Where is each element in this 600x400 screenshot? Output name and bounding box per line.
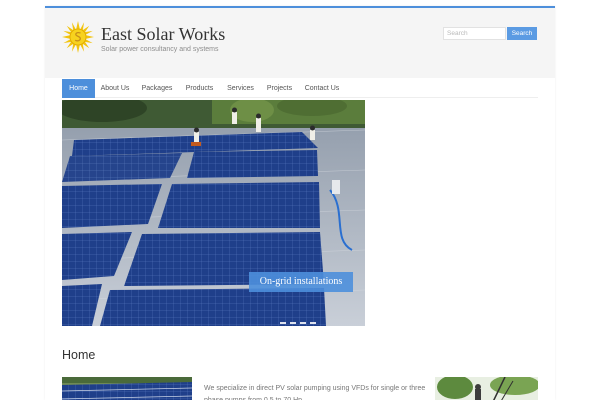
site-header: East Solar Works Solar power consultancy…	[45, 8, 555, 78]
nav-item-contact-us[interactable]: Contact Us	[300, 79, 344, 98]
site-tagline: Solar power consultancy and systems	[101, 46, 219, 53]
nav-item-services[interactable]: Services	[222, 79, 259, 98]
search-input[interactable]	[443, 27, 506, 40]
nav-item-products[interactable]: Products	[179, 79, 220, 98]
nav-item-home[interactable]: Home	[62, 79, 95, 98]
page-container: East Solar Works Solar power consultancy…	[45, 6, 555, 400]
slider-dot-3[interactable]	[300, 322, 306, 324]
main-navigation: Home About Us Packages Products Services…	[62, 79, 538, 98]
solar-array-thumbnail	[62, 377, 192, 400]
slide-caption: On-grid installations	[249, 272, 353, 292]
site-title[interactable]: East Solar Works	[101, 24, 225, 45]
page-title: Home	[62, 348, 96, 362]
sun-logo-icon[interactable]	[62, 21, 94, 53]
nav-item-packages[interactable]: Packages	[136, 79, 178, 98]
pump-installation-thumbnail	[435, 377, 538, 400]
slide-image-solar-roof	[62, 100, 365, 326]
search-button[interactable]: Search	[507, 27, 537, 40]
slider-dot-4[interactable]	[310, 322, 316, 324]
image-slider[interactable]: On-grid installations	[62, 100, 365, 326]
slider-dot-2[interactable]	[290, 322, 296, 324]
slider-dot-1[interactable]	[280, 322, 286, 324]
nav-item-about-us[interactable]: About Us	[96, 79, 134, 98]
intro-paragraph: We specialize in direct PV solar pumping…	[204, 385, 426, 400]
nav-item-projects[interactable]: Projects	[261, 79, 298, 98]
